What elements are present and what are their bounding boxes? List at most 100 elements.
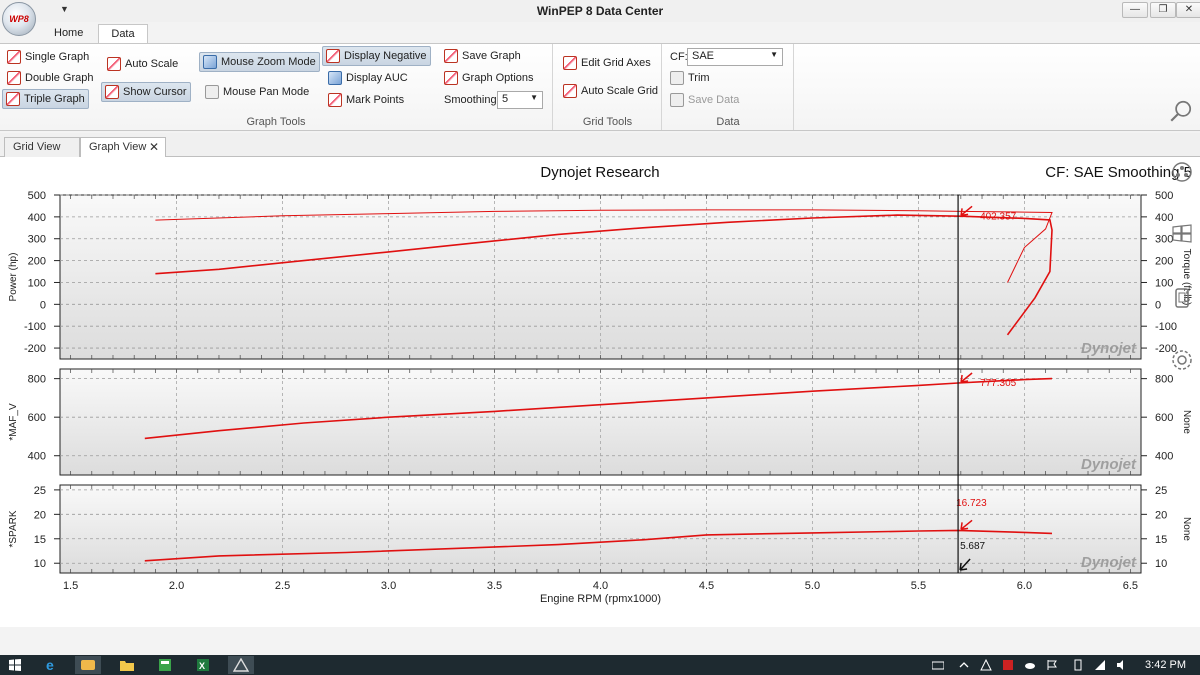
y-tick-label: 500 (28, 190, 46, 202)
edit-grid-axes-icon (563, 56, 577, 70)
chevron-down-icon: ▼ (530, 93, 538, 102)
taskbar: e X 3:42 PM (0, 655, 1200, 675)
display-auc-icon (328, 71, 342, 85)
tab-home[interactable]: Home (44, 24, 93, 44)
close-icon[interactable]: ✕ (149, 140, 159, 154)
window-title: WinPEP 8 Data Center (536, 4, 664, 18)
tab-graph-view[interactable]: Graph View ✕ (80, 137, 166, 158)
save-data-button[interactable]: Save Data (667, 90, 742, 110)
tray-app-icon[interactable] (980, 659, 992, 671)
restore-button[interactable]: ❐ (1150, 2, 1176, 18)
file-explorer-icon[interactable] (114, 656, 140, 674)
chart-panel-middle: 400 400 600 600 800 800 *MAF_V None Dynojet 777.3… (8, 368, 1192, 476)
dynojet-watermark: Dynojet (1081, 554, 1137, 571)
svg-text:X: X (199, 661, 205, 671)
auto-scale-button[interactable]: Auto Scale (104, 54, 181, 74)
graph-options-button[interactable]: Graph Options (441, 68, 537, 88)
y-tick-label-right: 20 (1155, 509, 1167, 521)
calculator-icon[interactable] (152, 656, 178, 674)
data-group-label: Data (716, 116, 740, 128)
double-graph-button[interactable]: Double Graph (4, 68, 97, 88)
y-axis-label-right: None (1181, 517, 1192, 541)
excel-icon[interactable]: X (190, 656, 216, 674)
save-graph-icon (444, 49, 458, 63)
smoothing-select[interactable]: 5 ▼ (497, 91, 543, 109)
mouse-pan-mode-button[interactable]: Mouse Pan Mode (202, 82, 312, 102)
app-logo[interactable]: WP8 (2, 2, 36, 36)
internet-explorer-icon[interactable]: e (38, 656, 64, 674)
display-negative-button[interactable]: Display Negative (322, 46, 431, 66)
graph-title: Dynojet Research (540, 164, 660, 181)
mark-points-button[interactable]: Mark Points (325, 90, 407, 110)
close-button[interactable]: ✕ (1176, 2, 1200, 18)
zoom-icon (203, 55, 217, 69)
network-icon[interactable] (1094, 659, 1106, 671)
mark-points-icon (328, 93, 342, 107)
x-tick-label: 3.0 (381, 580, 396, 592)
y-tick-label: 20 (34, 509, 46, 521)
graph-area[interactable]: -200 -200 -100 -100 0 0 100 100 200 200 300 300 400 4… (0, 157, 1200, 627)
triple-graph-button[interactable]: Triple Graph (2, 89, 89, 109)
y-tick-label-right: -100 (1155, 321, 1177, 333)
graph-canvas[interactable]: -200 -200-100 -1000 0100 100200 200300 300400 4… (0, 157, 1200, 627)
clock[interactable]: 3:42 PM (1145, 659, 1186, 671)
cursor-icon (105, 85, 119, 99)
show-cursor-button[interactable]: Show Cursor (101, 82, 191, 102)
auto-scale-grid-button[interactable]: Auto Scale Grid (560, 81, 661, 101)
x-tick-label: 1.5 (63, 580, 78, 592)
y-axis-label: Power (hp) (8, 253, 19, 302)
x-tick-label: 4.5 (699, 580, 714, 592)
battery-icon[interactable] (1072, 659, 1084, 671)
settings-gear-icon[interactable] (1170, 348, 1194, 372)
y-tick-label: 800 (28, 374, 46, 386)
graph-options-icon (444, 71, 458, 85)
minimize-button[interactable]: — (1122, 2, 1148, 18)
start-icon[interactable] (2, 656, 28, 674)
winpep-taskbar-icon[interactable] (228, 656, 254, 674)
grid-tools-group: Edit Grid Axes Auto Scale Grid Grid Tool… (554, 44, 662, 130)
cf-select[interactable]: SAE ▼ (687, 48, 783, 66)
show-hidden-icons-icon[interactable] (958, 659, 970, 671)
single-graph-button[interactable]: Single Graph (4, 47, 92, 67)
y-tick-label-right: 25 (1155, 485, 1167, 497)
document-tabs: Grid View Graph View ✕ (0, 133, 1200, 158)
y-tick-label-right: 10 (1155, 558, 1167, 570)
tab-grid-view[interactable]: Grid View (4, 137, 80, 158)
keyboard-icon[interactable] (932, 659, 944, 671)
volume-icon[interactable] (1116, 659, 1128, 671)
y-tick-label: 300 (28, 234, 46, 246)
search-icon[interactable] (1168, 98, 1194, 124)
mouse-zoom-mode-button[interactable]: Mouse Zoom Mode (199, 52, 320, 72)
cursor-value-label: 402.357 (980, 211, 1017, 222)
chevron-down-icon: ▼ (770, 50, 778, 59)
app-taskbar-icon[interactable] (75, 656, 101, 674)
y-axis-label: *SPARK (8, 510, 19, 547)
y-tick-label: 100 (28, 277, 46, 289)
y-tick-label-right: 800 (1155, 374, 1173, 386)
y-axis-label: *MAF_V (8, 403, 19, 441)
display-negative-icon (326, 49, 340, 63)
y-tick-label-right: 500 (1155, 190, 1173, 202)
x-tick-label: 5.5 (911, 580, 926, 592)
x-tick-label: 4.0 (593, 580, 608, 592)
x-tick-label: 6.0 (1017, 580, 1032, 592)
edit-grid-axes-button[interactable]: Edit Grid Axes (560, 53, 654, 73)
display-auc-button[interactable]: Display AUC (325, 68, 411, 88)
y-tick-label: -100 (24, 321, 46, 333)
ribbon: Single Graph Double Graph Triple Graph A… (0, 43, 1200, 131)
trim-button[interactable]: Trim (667, 68, 713, 88)
graph-tools-label: Graph Tools (246, 116, 306, 128)
y-tick-label: 400 (28, 212, 46, 224)
data-group: CF: SAE ▼ Trim Save Data Data (663, 44, 794, 130)
windows-start-icon[interactable] (1170, 222, 1194, 246)
cloud-icon[interactable] (1024, 659, 1036, 671)
tray-red-icon[interactable] (1002, 659, 1014, 671)
share-icon[interactable] (1170, 160, 1194, 184)
flag-icon[interactable] (1046, 659, 1058, 671)
double-graph-icon (7, 71, 21, 85)
tab-data[interactable]: Data (98, 24, 148, 44)
save-graph-button[interactable]: Save Graph (441, 46, 524, 66)
y-tick-label-right: 200 (1155, 256, 1173, 268)
devices-icon[interactable] (1170, 286, 1194, 310)
y-tick-label: 10 (34, 558, 46, 570)
